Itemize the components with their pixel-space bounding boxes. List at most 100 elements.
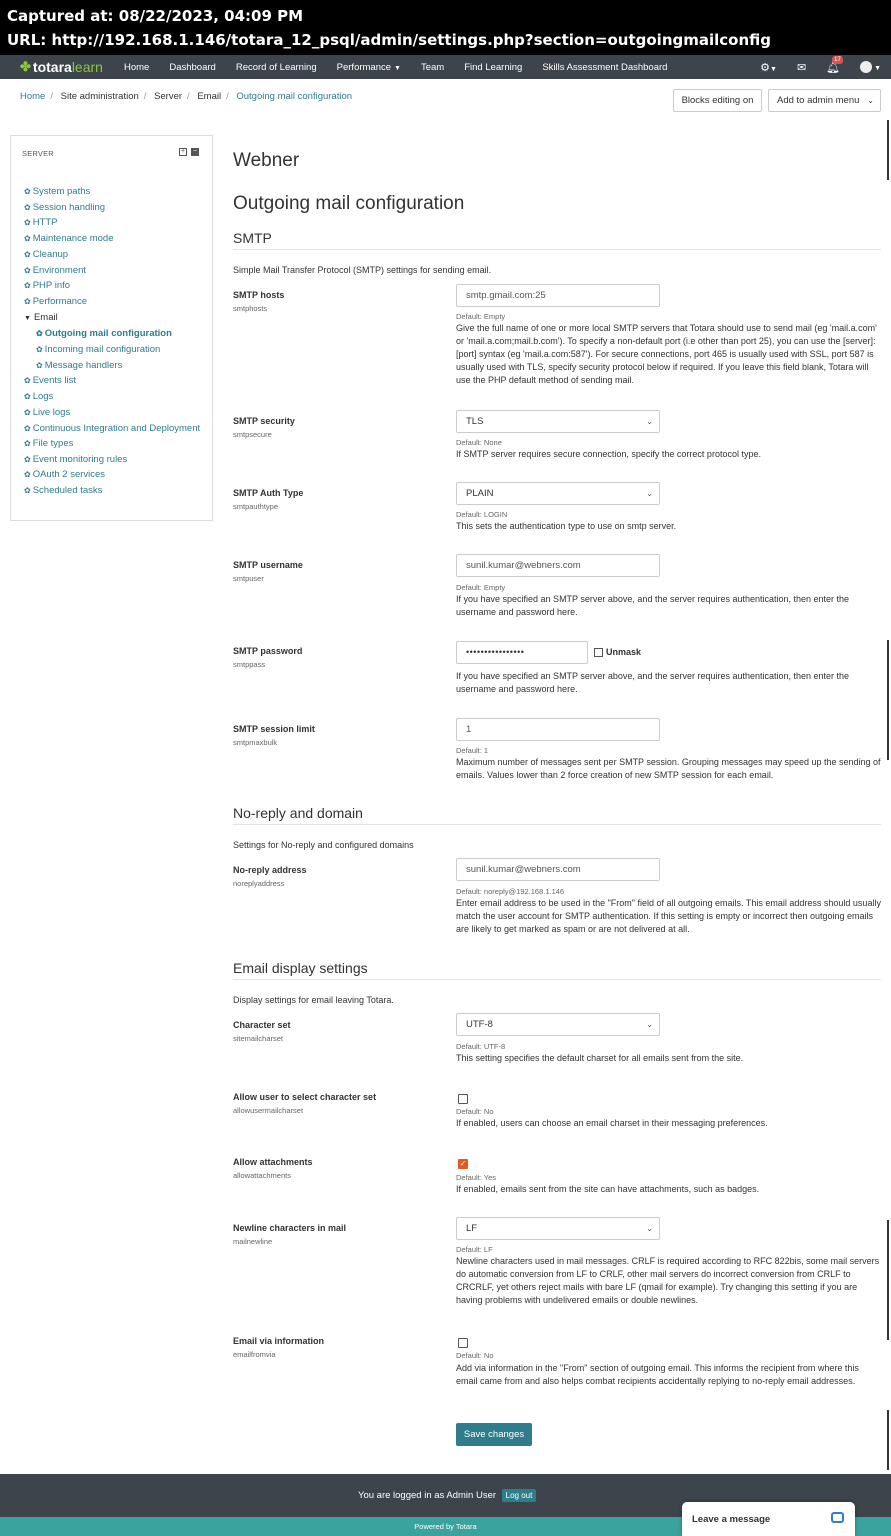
sidebar-item-logs[interactable]: ✿ Logs (24, 389, 209, 405)
unmask-checkbox[interactable] (594, 647, 603, 657)
sidebar-item-incoming-mail[interactable]: ✿ Incoming mail configuration (24, 342, 209, 358)
gear-icon: ✿ (24, 265, 31, 275)
caret-down-icon: ▼ (24, 314, 31, 322)
sidebar-item-live-logs[interactable]: ✿ Live logs (24, 405, 209, 421)
sidebar-item-cleanup[interactable]: ✿ Cleanup (24, 247, 209, 263)
smtpsecure-select[interactable]: TLS ⌄ (456, 410, 660, 433)
nav-home[interactable]: Home (124, 62, 149, 73)
breadcrumb-home[interactable]: Home (20, 91, 45, 102)
gear-icon: ✿ (24, 234, 31, 244)
bell-icon[interactable]: 🔔︎ 17 (826, 55, 843, 74)
mailnewline-label: Newline characters in mail (233, 1223, 347, 1233)
smtpauthtype-desc: This sets the authentication type to use… (456, 521, 677, 531)
blocks-editing-button[interactable]: Blocks editing on (673, 89, 762, 112)
smtppass-input[interactable]: •••••••••••••••• (456, 641, 588, 664)
sidebar-item-file-types[interactable]: ✿ File types (24, 436, 209, 452)
chat-widget[interactable]: Leave a message (682, 1502, 855, 1536)
sidebar-item-email[interactable]: ▼ Email (24, 310, 209, 327)
gear-icon: ✿ (36, 360, 43, 370)
mailnewline-name: mailnewline (233, 1237, 273, 1246)
smtpmaxbulk-input[interactable]: 1 (456, 718, 660, 741)
chevron-down-icon: ⌄ (646, 489, 653, 498)
avatar (860, 61, 873, 74)
smtpauthtype-select[interactable]: PLAIN ⌄ (456, 482, 660, 505)
scrollbar-mark (887, 1220, 889, 1340)
mailnewline-select[interactable]: LF ⌄ (456, 1217, 660, 1240)
sidebar-item-http[interactable]: ✿ HTTP (24, 215, 209, 231)
nav-dashboard[interactable]: Dashboard (169, 62, 215, 73)
smtphosts-name: smtphosts (233, 304, 268, 313)
collapse-icon[interactable]: − (191, 148, 199, 156)
section-noreply-heading: No-reply and domain (233, 805, 881, 825)
chat-bubble-icon (831, 1512, 844, 1523)
gear-menu-icon[interactable]: ⚙▼ (760, 61, 777, 74)
sitemailcharset-select[interactable]: UTF-8 ⌄ (456, 1013, 660, 1036)
sidebar-item-ci-deployment[interactable]: ✿ Continuous Integration and Deployment (24, 421, 209, 437)
allowattachments-label: Allow attachments (233, 1157, 313, 1167)
scrollbar-mark (887, 120, 889, 180)
breadcrumb-site-admin[interactable]: Site administration (61, 91, 139, 102)
noreplyaddress-default: Default: noreply@192.168.1.146 (456, 887, 565, 896)
nav-performance[interactable]: Performance ▼ (337, 62, 401, 73)
unmask-toggle[interactable]: Unmask (594, 647, 641, 657)
smtphosts-default: Default: Empty (456, 312, 506, 321)
sidebar-item-system-paths[interactable]: ✿ System paths (24, 184, 209, 200)
nav-record-of-learning[interactable]: Record of Learning (236, 62, 317, 73)
smtpuser-input[interactable]: sunil.kumar@webners.com (456, 554, 660, 577)
smtpsecure-default: Default: None (456, 438, 502, 447)
sidebar-item-performance[interactable]: ✿ Performance (24, 294, 209, 310)
smtpuser-name: smtpuser (233, 574, 264, 583)
allowusermailcharset-checkbox[interactable] (458, 1094, 468, 1104)
gear-icon: ✿ (24, 202, 31, 212)
allowusermailcharset-label: Allow user to select character set (233, 1092, 377, 1102)
nav-right-icons: ⚙▼ ✉ 🔔︎ 17 ▼ (760, 55, 881, 79)
breadcrumb-server[interactable]: Server (154, 91, 182, 102)
sidebar-item-session-handling[interactable]: ✿ Session handling (24, 200, 209, 216)
sidebar-item-scheduled-tasks[interactable]: ✿ Scheduled tasks (24, 483, 209, 499)
gear-icon: ✿ (36, 345, 43, 355)
sidebar-item-message-handlers[interactable]: ✿ Message handlers (24, 358, 209, 374)
emailfromvia-checkbox[interactable] (458, 1338, 468, 1348)
sidebar-item-php-info[interactable]: ✿ PHP info (24, 278, 209, 294)
smtphosts-label: SMTP hosts (233, 290, 285, 300)
logout-button[interactable]: Log out (501, 1489, 537, 1502)
capture-timestamp: Captured at: 08/22/2023, 04:09 PM (7, 7, 304, 25)
sidebar-item-oauth2[interactable]: ✿ OAuth 2 services (24, 467, 209, 483)
allowusermailcharset-default: Default: No (456, 1107, 494, 1116)
sitemailcharset-desc: This setting specifies the default chars… (456, 1053, 744, 1063)
nav-find-learning[interactable]: Find Learning (464, 62, 522, 73)
page-title: Outgoing mail configuration (233, 193, 465, 214)
user-menu[interactable]: ▼ (860, 61, 881, 74)
add-to-admin-menu-select[interactable]: Add to admin menu ⌄ (768, 89, 881, 112)
top-navbar: ✤ totara learn Home Dashboard Record of L… (0, 55, 891, 79)
gear-icon: ✿ (24, 218, 31, 228)
smtpauthtype-default: Default: LOGIN (456, 510, 508, 519)
nav-skills-assessment[interactable]: Skills Assessment Dashboard (542, 62, 667, 73)
gear-icon: ✿ (24, 187, 31, 196)
smtpauthtype-name: smtpauthtype (233, 502, 279, 511)
allowattachments-checkbox[interactable]: ✓ (458, 1159, 468, 1169)
noreplyaddress-name: noreplyaddress (233, 879, 285, 888)
sidebar-item-outgoing-mail[interactable]: ✿ Outgoing mail configuration (24, 326, 209, 342)
noreplyaddress-input[interactable]: sunil.kumar@webners.com (456, 858, 660, 881)
expand-icon[interactable]: + (179, 148, 187, 156)
admin-tree: ✿ System paths ✿ Session handling ✿ HTTP ✿ M… (24, 184, 209, 499)
sidebar-item-events-list[interactable]: ✿ Events list (24, 373, 209, 389)
gear-icon: ✿ (36, 329, 43, 339)
smtppass-label: SMTP password (233, 646, 303, 656)
envelope-icon[interactable]: ✉ (797, 61, 806, 74)
save-changes-button[interactable]: Save changes (456, 1423, 532, 1446)
chat-label: Leave a message (692, 1514, 771, 1525)
totara-logo[interactable]: ✤ totara learn (20, 59, 124, 75)
section-smtp-desc: Simple Mail Transfer Protocol (SMTP) set… (233, 265, 492, 275)
breadcrumb-current[interactable]: Outgoing mail configuration (236, 91, 352, 102)
sidebar-item-environment[interactable]: ✿ Environment (24, 263, 209, 279)
nav-team[interactable]: Team (421, 62, 444, 73)
smtphosts-input[interactable]: smtp.gmail.com:25 (456, 284, 660, 307)
gear-icon: ✿ (24, 249, 31, 259)
gear-icon: ✿ (24, 454, 31, 464)
sidebar-item-event-monitoring[interactable]: ✿ Event monitoring rules (24, 452, 209, 468)
allowattachments-default: Default: Yes (456, 1173, 497, 1182)
breadcrumb-email[interactable]: Email (197, 91, 221, 102)
sidebar-item-maintenance[interactable]: ✿ Maintenance mode (24, 231, 209, 247)
